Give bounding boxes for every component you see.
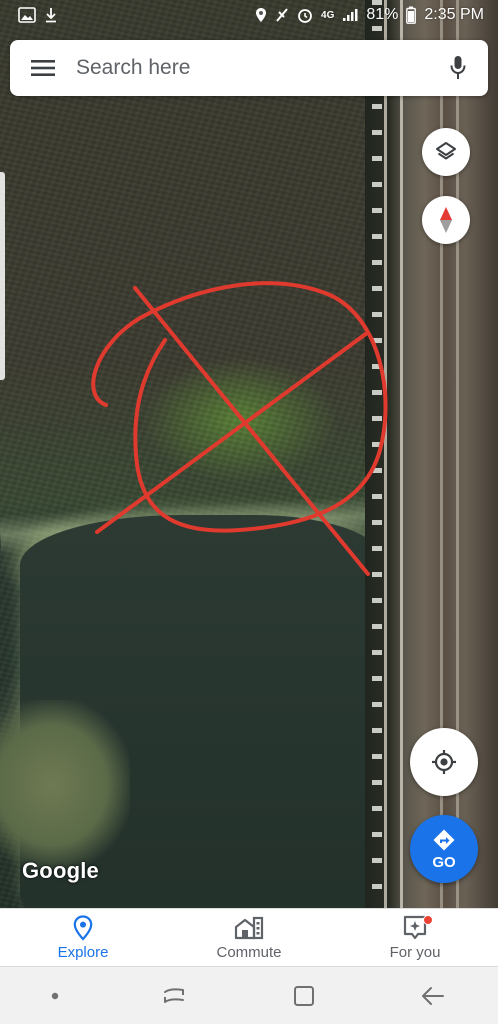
- my-location-button[interactable]: [410, 728, 478, 796]
- bottom-navigation: Explore Commute For you: [0, 908, 498, 966]
- annotation-cross-stroke-1: [133, 286, 370, 576]
- home-button[interactable]: [274, 976, 334, 1016]
- my-location-icon: [432, 750, 456, 774]
- dot-icon: [51, 992, 58, 999]
- layers-button[interactable]: [422, 128, 470, 176]
- tab-commute[interactable]: Commute: [166, 909, 332, 966]
- back-icon: [422, 986, 445, 1005]
- tab-for-you[interactable]: For you: [332, 909, 498, 966]
- home-icon: [293, 985, 314, 1006]
- for-you-icon: [403, 914, 433, 941]
- nfc-icon: [276, 8, 288, 22]
- tab-explore[interactable]: Explore: [0, 909, 166, 966]
- compass-icon: [440, 207, 452, 233]
- clock: 2:35 PM: [424, 6, 484, 23]
- go-label: GO: [432, 853, 456, 871]
- compass-button[interactable]: [422, 196, 470, 244]
- status-bar: 4G 81% 2:35 PM: [0, 0, 498, 30]
- battery-percent: 81%: [366, 6, 399, 23]
- notification-badge: [423, 914, 433, 925]
- google-logo: Google: [22, 858, 99, 883]
- tab-for-you-label: For you: [389, 943, 441, 961]
- search-bar[interactable]: Search here: [10, 40, 488, 96]
- voice-search-button[interactable]: [428, 40, 488, 96]
- gallery-icon: [18, 7, 36, 23]
- assistant-dot-button[interactable]: [35, 976, 75, 1016]
- location-icon: [256, 8, 267, 22]
- go-directions-button[interactable]: GO: [410, 815, 478, 883]
- microphone-icon: [450, 56, 466, 79]
- explore-pin-icon: [73, 914, 93, 941]
- alarm-icon: [298, 9, 312, 23]
- system-navigation-bar: [0, 966, 498, 1024]
- annotation-circle: [91, 281, 388, 533]
- download-icon: [46, 8, 56, 23]
- layers-icon: [436, 142, 456, 160]
- hamburger-menu-icon: [31, 60, 55, 76]
- side-drawer-handle[interactable]: [0, 172, 5, 380]
- menu-button[interactable]: [10, 40, 76, 96]
- tab-commute-label: Commute: [216, 943, 282, 961]
- commute-icon: [234, 915, 264, 941]
- search-input[interactable]: Search here: [76, 56, 428, 80]
- signal-icon: [343, 9, 358, 21]
- battery-icon: [406, 6, 417, 24]
- status-right: 4G 81% 2:35 PM: [255, 6, 484, 24]
- status-left: [18, 7, 58, 23]
- recents-button[interactable]: [144, 976, 204, 1016]
- back-button[interactable]: [403, 976, 463, 1016]
- annotation-cross-stroke-2: [95, 331, 369, 534]
- network-type: 4G: [321, 9, 335, 21]
- recents-icon: [164, 987, 185, 1003]
- directions-icon: [433, 829, 455, 850]
- tab-explore-label: Explore: [57, 943, 109, 961]
